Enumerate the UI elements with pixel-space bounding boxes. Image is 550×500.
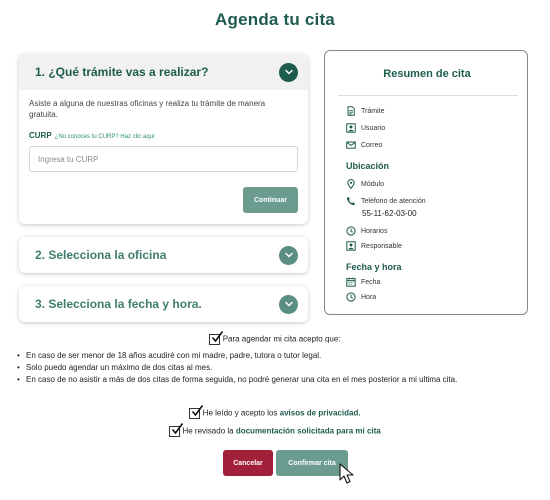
step-3-header[interactable]: 3. Selecciona la fecha y hora. bbox=[19, 286, 308, 322]
step-1-header[interactable]: 1. ¿Qué trámite vas a realizar? bbox=[19, 54, 308, 90]
date-label: Fecha bbox=[361, 278, 381, 286]
summary-item-label: Correo bbox=[361, 141, 383, 149]
summary-item-label: Usuario bbox=[361, 124, 386, 132]
summary-item-telefono: Teléfono de atención bbox=[346, 195, 426, 207]
summary-item-fecha: Fecha bbox=[346, 276, 380, 288]
appointment-summary: Resumen de cita Trámite Usuario Correo U… bbox=[324, 50, 528, 315]
list-item: En caso de no asistir a más de dos citas… bbox=[17, 374, 537, 386]
step-1-title: 1. ¿Qué trámite vas a realizar? bbox=[35, 65, 209, 79]
documents-link[interactable]: documentación solicitada para mi cita bbox=[236, 427, 381, 436]
checkmark-icon bbox=[192, 405, 204, 417]
checkmark-icon bbox=[212, 331, 224, 343]
privacy-link[interactable]: avisos de privacidad. bbox=[280, 409, 361, 418]
consent-intro-text: Para agendar mi cita acepto que: bbox=[222, 334, 341, 344]
documents-text: He revisado la bbox=[182, 426, 234, 436]
chevron-down-icon bbox=[284, 252, 293, 258]
summary-divider bbox=[338, 95, 518, 96]
module-label: Módulo bbox=[361, 180, 384, 188]
phone-value: 55-11-62-03-00 bbox=[362, 209, 417, 218]
curp-label: CURP bbox=[29, 131, 52, 140]
documents-row: He revisado la documentación solicitada … bbox=[0, 423, 550, 437]
document-icon bbox=[346, 106, 356, 116]
summary-item-hora: Hora bbox=[346, 291, 376, 303]
privacy-text: He leído y acepto los bbox=[202, 408, 278, 418]
curp-input[interactable] bbox=[29, 146, 298, 172]
documents-checkbox[interactable] bbox=[169, 423, 184, 437]
summary-item-usuario: Usuario bbox=[346, 122, 385, 134]
step-2-panel: 2. Selecciona la oficina bbox=[19, 237, 308, 273]
privacy-checkbox[interactable] bbox=[189, 405, 204, 419]
step-3-title: 3. Selecciona la fecha y hora. bbox=[35, 297, 202, 311]
mouse-pointer-icon bbox=[339, 463, 354, 484]
step-1-intro: Asiste a alguna de nuestras oficinas y r… bbox=[29, 99, 266, 119]
hours-label: Horarios bbox=[361, 227, 388, 235]
step-3-toggle[interactable] bbox=[279, 294, 298, 314]
step-3-panel: 3. Selecciona la fecha y hora. bbox=[19, 286, 308, 322]
summary-title: Resumen de cita bbox=[383, 68, 471, 80]
consent-checkbox[interactable] bbox=[209, 331, 224, 345]
summary-item-correo: Correo bbox=[346, 139, 382, 151]
phone-label: Teléfono de atención bbox=[361, 197, 426, 205]
confirm-appointment-button[interactable]: Confirmar cita bbox=[276, 450, 348, 476]
step-2-header[interactable]: 2. Selecciona la oficina bbox=[19, 237, 308, 273]
datetime-heading: Fecha y hora bbox=[346, 262, 402, 272]
summary-item-horarios: Horarios bbox=[346, 225, 387, 237]
user-card-icon bbox=[346, 123, 356, 133]
list-item: En caso de ser menor de 18 años acudiré … bbox=[17, 350, 537, 362]
step-1-toggle[interactable] bbox=[279, 62, 298, 82]
consent-intro-row: Para agendar mi cita acepto que: bbox=[0, 331, 550, 345]
map-pin-icon bbox=[346, 179, 356, 189]
step-2-toggle[interactable] bbox=[279, 245, 298, 265]
summary-item-responsable: Responsable bbox=[346, 240, 402, 252]
summary-item-modulo: Módulo bbox=[346, 178, 384, 190]
curp-help-link[interactable]: ¿No conoces tu CURP? Haz clic aquí bbox=[55, 134, 155, 140]
checkmark-icon bbox=[172, 423, 184, 435]
calendar-icon bbox=[346, 277, 356, 287]
privacy-row: He leído y acepto los avisos de privacid… bbox=[0, 405, 550, 419]
chevron-down-icon bbox=[284, 69, 293, 75]
cancel-button[interactable]: Cancelar bbox=[223, 450, 273, 476]
list-item: Solo puedo agendar un máximo de dos cita… bbox=[17, 362, 537, 374]
mail-icon bbox=[346, 140, 356, 150]
page-title: Agenda tu cita bbox=[215, 10, 335, 29]
clock-icon bbox=[346, 226, 356, 236]
manager-label: Responsable bbox=[361, 242, 402, 250]
phone-icon bbox=[346, 196, 356, 206]
clock-icon bbox=[346, 292, 356, 302]
user-card-icon bbox=[346, 241, 356, 251]
continue-button[interactable]: Continuar bbox=[243, 187, 298, 213]
consent-rules-list: En caso de ser menor de 18 años acudiré … bbox=[17, 350, 537, 386]
chevron-down-icon bbox=[284, 301, 293, 307]
step-2-title: 2. Selecciona la oficina bbox=[35, 248, 167, 262]
location-heading: Ubicación bbox=[346, 161, 390, 171]
summary-item-tramite: Trámite bbox=[346, 105, 384, 117]
summary-item-label: Trámite bbox=[361, 107, 385, 115]
step-1-panel: 1. ¿Qué trámite vas a realizar? Asiste a… bbox=[19, 54, 308, 224]
time-label: Hora bbox=[361, 293, 377, 301]
